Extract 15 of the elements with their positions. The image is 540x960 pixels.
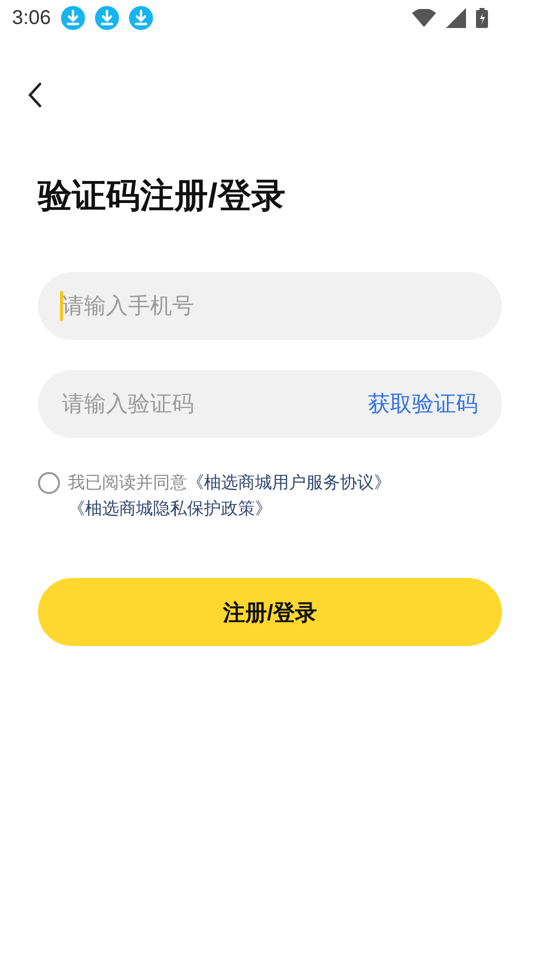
agreement-checkbox[interactable]	[38, 472, 60, 494]
download-icon	[128, 6, 153, 30]
page-title: 验证码注册/登录	[38, 176, 286, 217]
submit-button[interactable]: 注册/登录	[38, 578, 502, 646]
policy-link[interactable]: 《柚选商城隐私保护政策》	[68, 499, 272, 518]
battery-icon	[476, 8, 488, 28]
get-code-link[interactable]: 获取验证码	[368, 389, 478, 419]
signal-icon	[446, 8, 466, 28]
wifi-icon	[412, 9, 436, 27]
status-time: 3:06	[12, 6, 51, 31]
agreement-text: 我已阅读并同意《柚选商城用户服务协议》 《柚选商城隐私保护政策》	[68, 472, 392, 520]
download-icon	[94, 6, 119, 30]
policy-link[interactable]: 《柚选商城用户服务协议》	[187, 473, 391, 492]
phone-input-field[interactable]: 请输入手机号	[38, 272, 502, 340]
download-icon	[60, 6, 85, 30]
